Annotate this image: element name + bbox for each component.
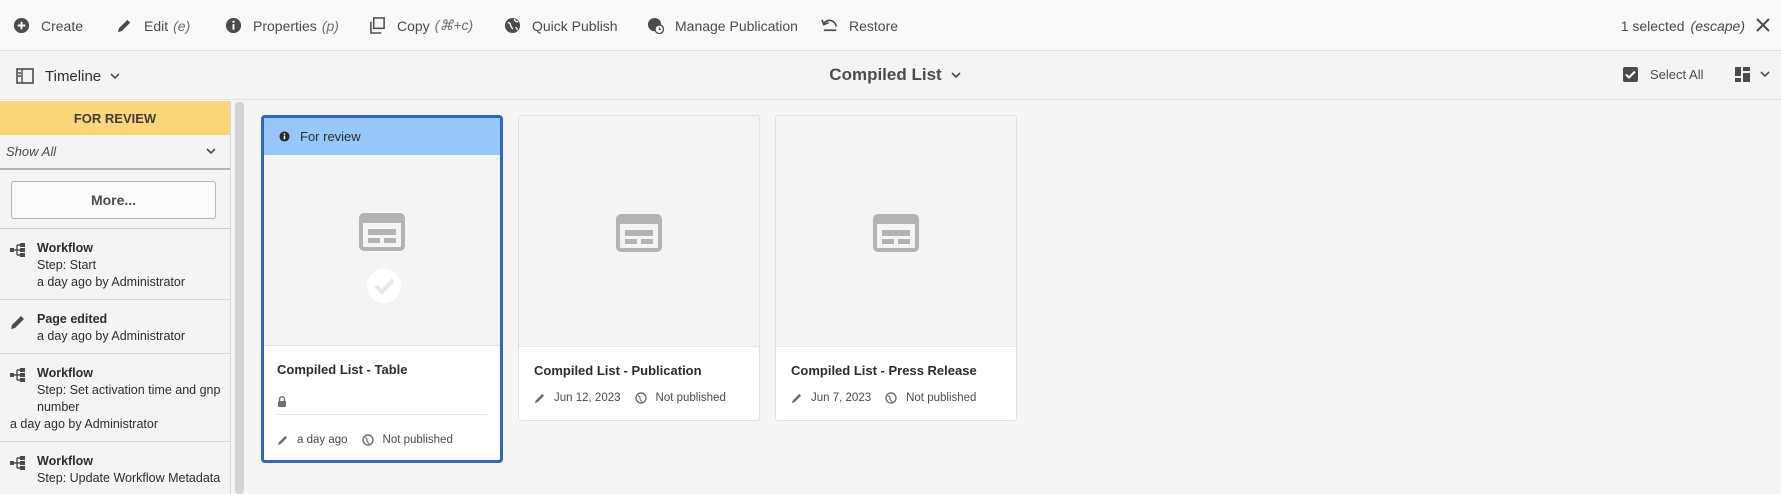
timeline-item[interactable]: Page edited a day ago by Administrator (0, 300, 230, 354)
more-button[interactable]: More... (11, 181, 216, 219)
properties-shortcut: (p) (321, 17, 339, 34)
pencil-icon (791, 393, 802, 403)
escape-hint: (escape) (1690, 17, 1745, 34)
status-banner-label: For review (300, 129, 361, 144)
card-title: Compiled List - Table (277, 362, 408, 377)
chevron-down-icon (206, 148, 216, 155)
chevron-down-icon (1760, 71, 1770, 78)
page-title-dropdown[interactable]: Compiled List (829, 65, 961, 85)
timeline-item[interactable]: Workflow Step: Update Workflow Metadata (0, 442, 230, 494)
more-container: More... (0, 170, 230, 229)
timeline-item-detail: Step: Start (37, 258, 97, 272)
timeline-filter-select[interactable]: Show All (0, 135, 230, 170)
create-button[interactable]: Create (13, 0, 83, 51)
publication-status: Not published (906, 392, 977, 404)
card-title: Compiled List - Press Release (791, 363, 977, 378)
title-bar: Timeline Compiled List Select All (0, 51, 1781, 100)
card-meta: a day ago Not published (277, 434, 453, 446)
card-thumbnail (776, 116, 1016, 347)
edit-button[interactable]: Edit (e) (116, 0, 190, 51)
properties-button[interactable]: Properties (p) (225, 0, 339, 51)
card-title: Compiled List - Publication (534, 363, 702, 378)
info-icon (225, 17, 242, 34)
timeline-item-title: Workflow (37, 366, 94, 380)
modified-date: a day ago (297, 434, 348, 446)
timeline-item[interactable]: Workflow Step: Set activation time and g… (0, 354, 230, 442)
globe-clock-icon (647, 17, 664, 34)
copy-button[interactable]: Copy (⌘+c) (369, 0, 473, 51)
globe-icon (504, 17, 521, 34)
globe-icon (361, 434, 374, 446)
select-all-label: Select All (1650, 67, 1704, 82)
info-icon (279, 131, 290, 142)
pencil-icon (11, 316, 24, 329)
workflow-icon (10, 243, 25, 257)
quick-publish-button[interactable]: Quick Publish (504, 0, 618, 51)
page-title: Compiled List (0, 65, 1781, 85)
view-switcher[interactable] (1734, 66, 1770, 83)
selected-count: 1 selected (1620, 17, 1685, 34)
selected-check-icon (367, 269, 401, 303)
card-view-icon (1735, 67, 1750, 82)
workflow-icon (10, 456, 25, 470)
page-template-icon (359, 213, 405, 251)
globe-icon (885, 392, 897, 404)
page-template-icon (873, 214, 919, 252)
edit-shortcut: (e) (173, 17, 191, 34)
pencil-icon (117, 19, 131, 33)
manage-publication-button[interactable]: Manage Publication (647, 0, 798, 51)
checkbox-icon (1623, 67, 1638, 82)
rail-header: FOR REVIEW (0, 101, 230, 135)
workflow-icon (10, 368, 25, 382)
timeline-item-title: Page edited (37, 312, 108, 326)
selection-status: 1 selected (escape) (1621, 0, 1745, 51)
timeline-rail: FOR REVIEW Show All More... Workflow Ste… (0, 101, 231, 494)
plus-circle-icon (13, 17, 30, 34)
chevron-down-icon (951, 71, 961, 78)
card-meta: Jun 12, 2023 Not published (534, 392, 726, 404)
select-all-button[interactable]: Select All (1622, 66, 1703, 83)
pencil-icon (534, 393, 545, 403)
copy-label: Copy (397, 17, 430, 34)
manage-publication-label: Manage Publication (675, 17, 798, 34)
close-icon[interactable] (1753, 15, 1773, 35)
publication-status: Not published (382, 434, 453, 446)
page-template-icon (616, 214, 662, 252)
page-card[interactable]: Compiled List - Publication Jun 12, 2023… (518, 115, 760, 421)
restore-button[interactable]: Restore (821, 0, 898, 51)
publication-status: Not published (655, 392, 726, 404)
modified-date: Jun 7, 2023 (811, 392, 872, 404)
edit-label: Edit (144, 17, 169, 34)
status-banner: For review (264, 118, 500, 155)
timeline-item-title: Workflow (37, 241, 94, 255)
card-divider (277, 414, 487, 415)
lock-icon (278, 396, 286, 407)
timeline-filter-value: Show All (6, 144, 57, 159)
timeline-item-title: Workflow (37, 454, 94, 468)
timeline-item-meta: a day ago by Administrator (37, 275, 185, 289)
create-label: Create (41, 17, 84, 34)
timeline-item-meta: a day ago by Administrator (10, 417, 158, 431)
timeline-item-detail: Step: Update Workflow Metadata (37, 471, 221, 485)
copy-icon (370, 17, 385, 34)
properties-label: Properties (253, 17, 317, 34)
page-card[interactable]: For review Compiled List - Table a day a… (261, 115, 503, 463)
card-thumbnail (519, 116, 759, 347)
timeline-item[interactable]: Workflow Step: Start a day ago by Admini… (0, 229, 230, 300)
pencil-icon (277, 435, 288, 445)
modified-date: Jun 12, 2023 (554, 392, 621, 404)
quick-publish-label: Quick Publish (532, 17, 618, 34)
restore-icon (821, 19, 837, 32)
card-meta: Jun 7, 2023 Not published (791, 392, 976, 404)
restore-label: Restore (849, 17, 899, 34)
rail-scrollbar[interactable] (235, 102, 244, 494)
copy-shortcut: (⌘+c) (434, 17, 474, 33)
page-card[interactable]: Compiled List - Press Release Jun 7, 202… (775, 115, 1017, 421)
timeline-item-detail: Step: Set activation time and gnp number (37, 383, 221, 414)
timeline-item-meta: a day ago by Administrator (37, 329, 185, 343)
page-title-label: Compiled List (829, 65, 942, 84)
globe-icon (634, 392, 647, 404)
action-bar: Create Edit (e) Properties (p) Copy (⌘+c) Q… (0, 0, 1781, 51)
